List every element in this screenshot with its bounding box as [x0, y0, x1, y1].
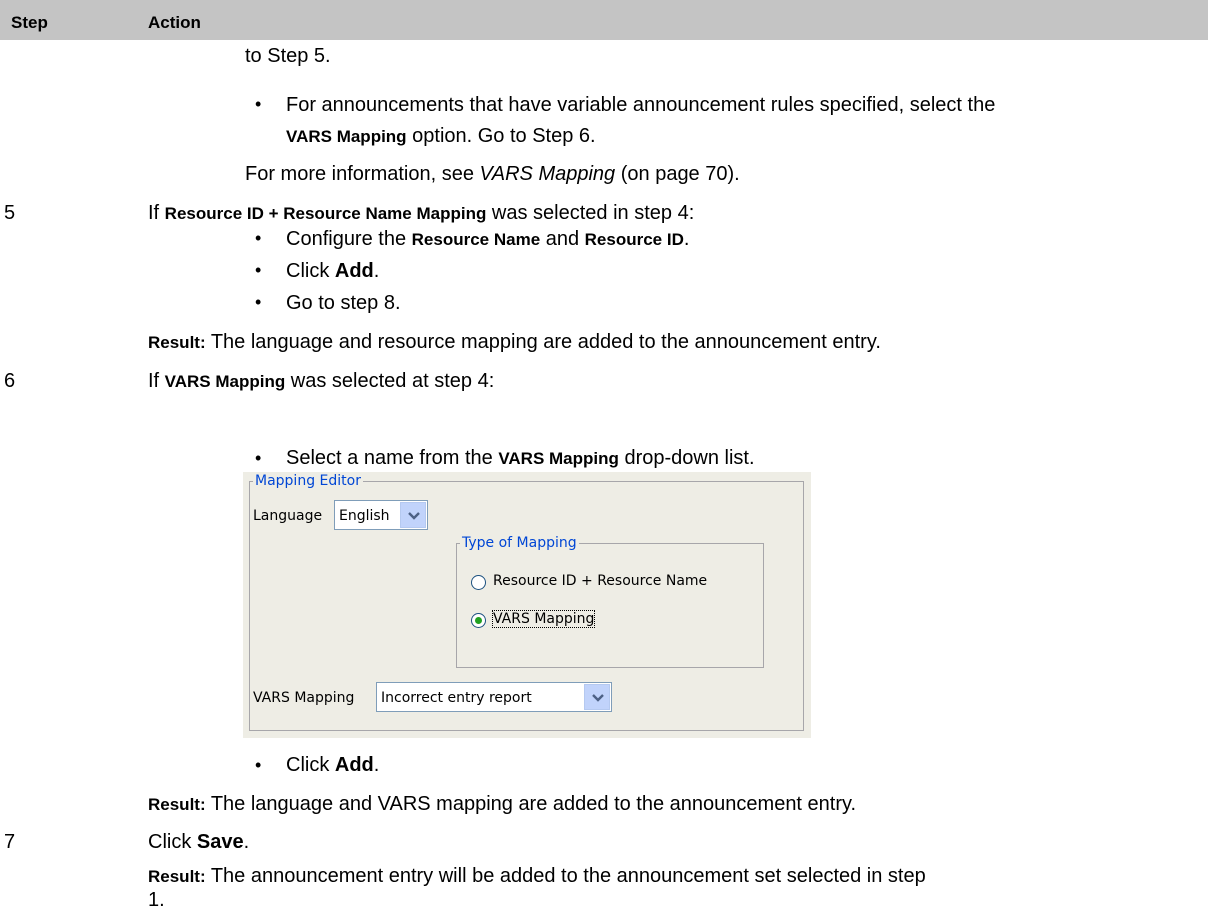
step4-bullet-line2: VARS Mapping option. Go to Step 6. [286, 124, 596, 149]
bullet-icon: • [255, 228, 262, 248]
vars-mapping-link[interactable]: VARS Mapping [480, 163, 616, 185]
step6-result-label: Result: [148, 795, 206, 814]
step5-bullet3: Go to step 8. [286, 292, 401, 314]
vars-mapping-term: VARS Mapping [286, 127, 407, 146]
resource-radio-label[interactable]: Resource ID + Resource Name [493, 573, 707, 589]
step5-bullet2: Click Add. [286, 259, 379, 283]
mapping-editor-panel: Mapping Editor Language English Type of … [243, 472, 811, 738]
step6-b1-prefix: Select a name from the [286, 447, 499, 469]
step7-action-bold: Save [196, 831, 244, 853]
step5-intro-prefix: If [148, 202, 165, 224]
bullet-icon: • [255, 292, 262, 312]
type-of-mapping-group [456, 543, 764, 668]
bullet-icon: • [255, 448, 262, 468]
step4-bullet-line2-rest: option. Go to Step 6. [406, 125, 596, 147]
step6-intro-suffix: was selected at step 4: [285, 370, 495, 392]
language-select[interactable]: English [334, 500, 428, 530]
step5-b2-bold: Add [334, 260, 374, 282]
more-info-prefix: For more information, see [245, 163, 480, 185]
radio-selected-dot [475, 617, 482, 624]
step-column-header: Step [11, 13, 48, 32]
step7-action: Click Save. [148, 830, 249, 854]
step6-result: Result: The language and VARS mapping ar… [148, 792, 856, 817]
vars-mapping-label: VARS Mapping [253, 690, 355, 706]
vars-mapping-dropdown-button[interactable] [584, 684, 610, 710]
step5-b1-bold1: Resource Name [411, 230, 541, 249]
vars-radio-label: VARS Mapping [491, 610, 596, 628]
step5-result-text: The language and resource mapping are ad… [205, 331, 881, 353]
step5-b1-bold2: Resource ID [584, 230, 684, 249]
bullet-icon: • [255, 755, 262, 775]
step6-result-text: The language and VARS mapping are added … [205, 793, 857, 815]
step5-intro: If Resource ID + Resource Name Mapping w… [148, 201, 694, 226]
step5-bullet1: Configure the Resource Name and Resource… [286, 227, 689, 252]
step5-b2-prefix: Click [286, 260, 335, 282]
step6-b2-prefix: Click [286, 754, 335, 776]
step6-b1-suffix: drop-down list. [618, 447, 755, 469]
step5-intro-bold: Resource ID + Resource Name Mapping [164, 204, 487, 223]
step6-intro: If VARS Mapping was selected at step 4: [148, 369, 494, 394]
step5-b2-suffix: . [373, 260, 380, 282]
mapping-editor-title: Mapping Editor [253, 473, 363, 489]
vars-mapping-value: Incorrect entry report [381, 690, 532, 706]
step6-b2-suffix: . [373, 754, 380, 776]
step7-number: 7 [4, 831, 16, 853]
step5-number: 5 [4, 202, 16, 224]
language-label: Language [253, 508, 323, 524]
chevron-down-icon [408, 512, 420, 520]
action-column-header: Action [148, 13, 201, 32]
step5-b1-mid: and [540, 228, 585, 250]
step7-result-label: Result: [148, 867, 206, 886]
step7-action-suffix: . [243, 831, 250, 853]
step5-b1-prefix: Configure the [286, 228, 412, 250]
step6-intro-prefix: If [148, 370, 165, 392]
bullet-icon: • [255, 260, 262, 280]
chevron-down-icon [592, 694, 604, 702]
step5-intro-suffix: was selected in step 4: [486, 202, 695, 224]
step6-intro-bold: VARS Mapping [164, 372, 286, 391]
step7-result-line1: Result: The announcement entry will be a… [148, 864, 926, 889]
step5-result: Result: The language and resource mappin… [148, 330, 881, 355]
vars-mapping-select[interactable]: Incorrect entry report [376, 682, 612, 712]
type-of-mapping-title: Type of Mapping [460, 535, 579, 551]
step6-bullet1: Select a name from the VARS Mapping drop… [286, 446, 755, 471]
step4-continuation: to Step 5. [245, 45, 331, 67]
step7-action-prefix: Click [148, 831, 197, 853]
resource-radio[interactable] [471, 575, 486, 590]
vars-radio-label-wrap[interactable]: VARS Mapping [491, 610, 596, 628]
step6-number: 6 [4, 370, 16, 392]
bullet-icon: • [255, 94, 262, 114]
more-info-line: For more information, see VARS Mapping (… [245, 162, 740, 186]
step5-b1-suffix: . [683, 228, 690, 250]
vars-radio[interactable] [471, 613, 486, 628]
step5-result-label: Result: [148, 333, 206, 352]
step7-result-line2: 1. [148, 889, 165, 911]
step4-bullet-line1: For announcements that have variable ann… [286, 94, 996, 116]
more-info-suffix: (on page 70). [615, 163, 740, 185]
language-dropdown-button[interactable] [400, 502, 426, 528]
step7-result-text: The announcement entry will be added to … [205, 865, 926, 887]
step6-b1-bold: VARS Mapping [498, 449, 619, 468]
step6-bullet2: Click Add. [286, 753, 379, 777]
language-value: English [339, 508, 390, 524]
step6-b2-bold: Add [334, 754, 374, 776]
